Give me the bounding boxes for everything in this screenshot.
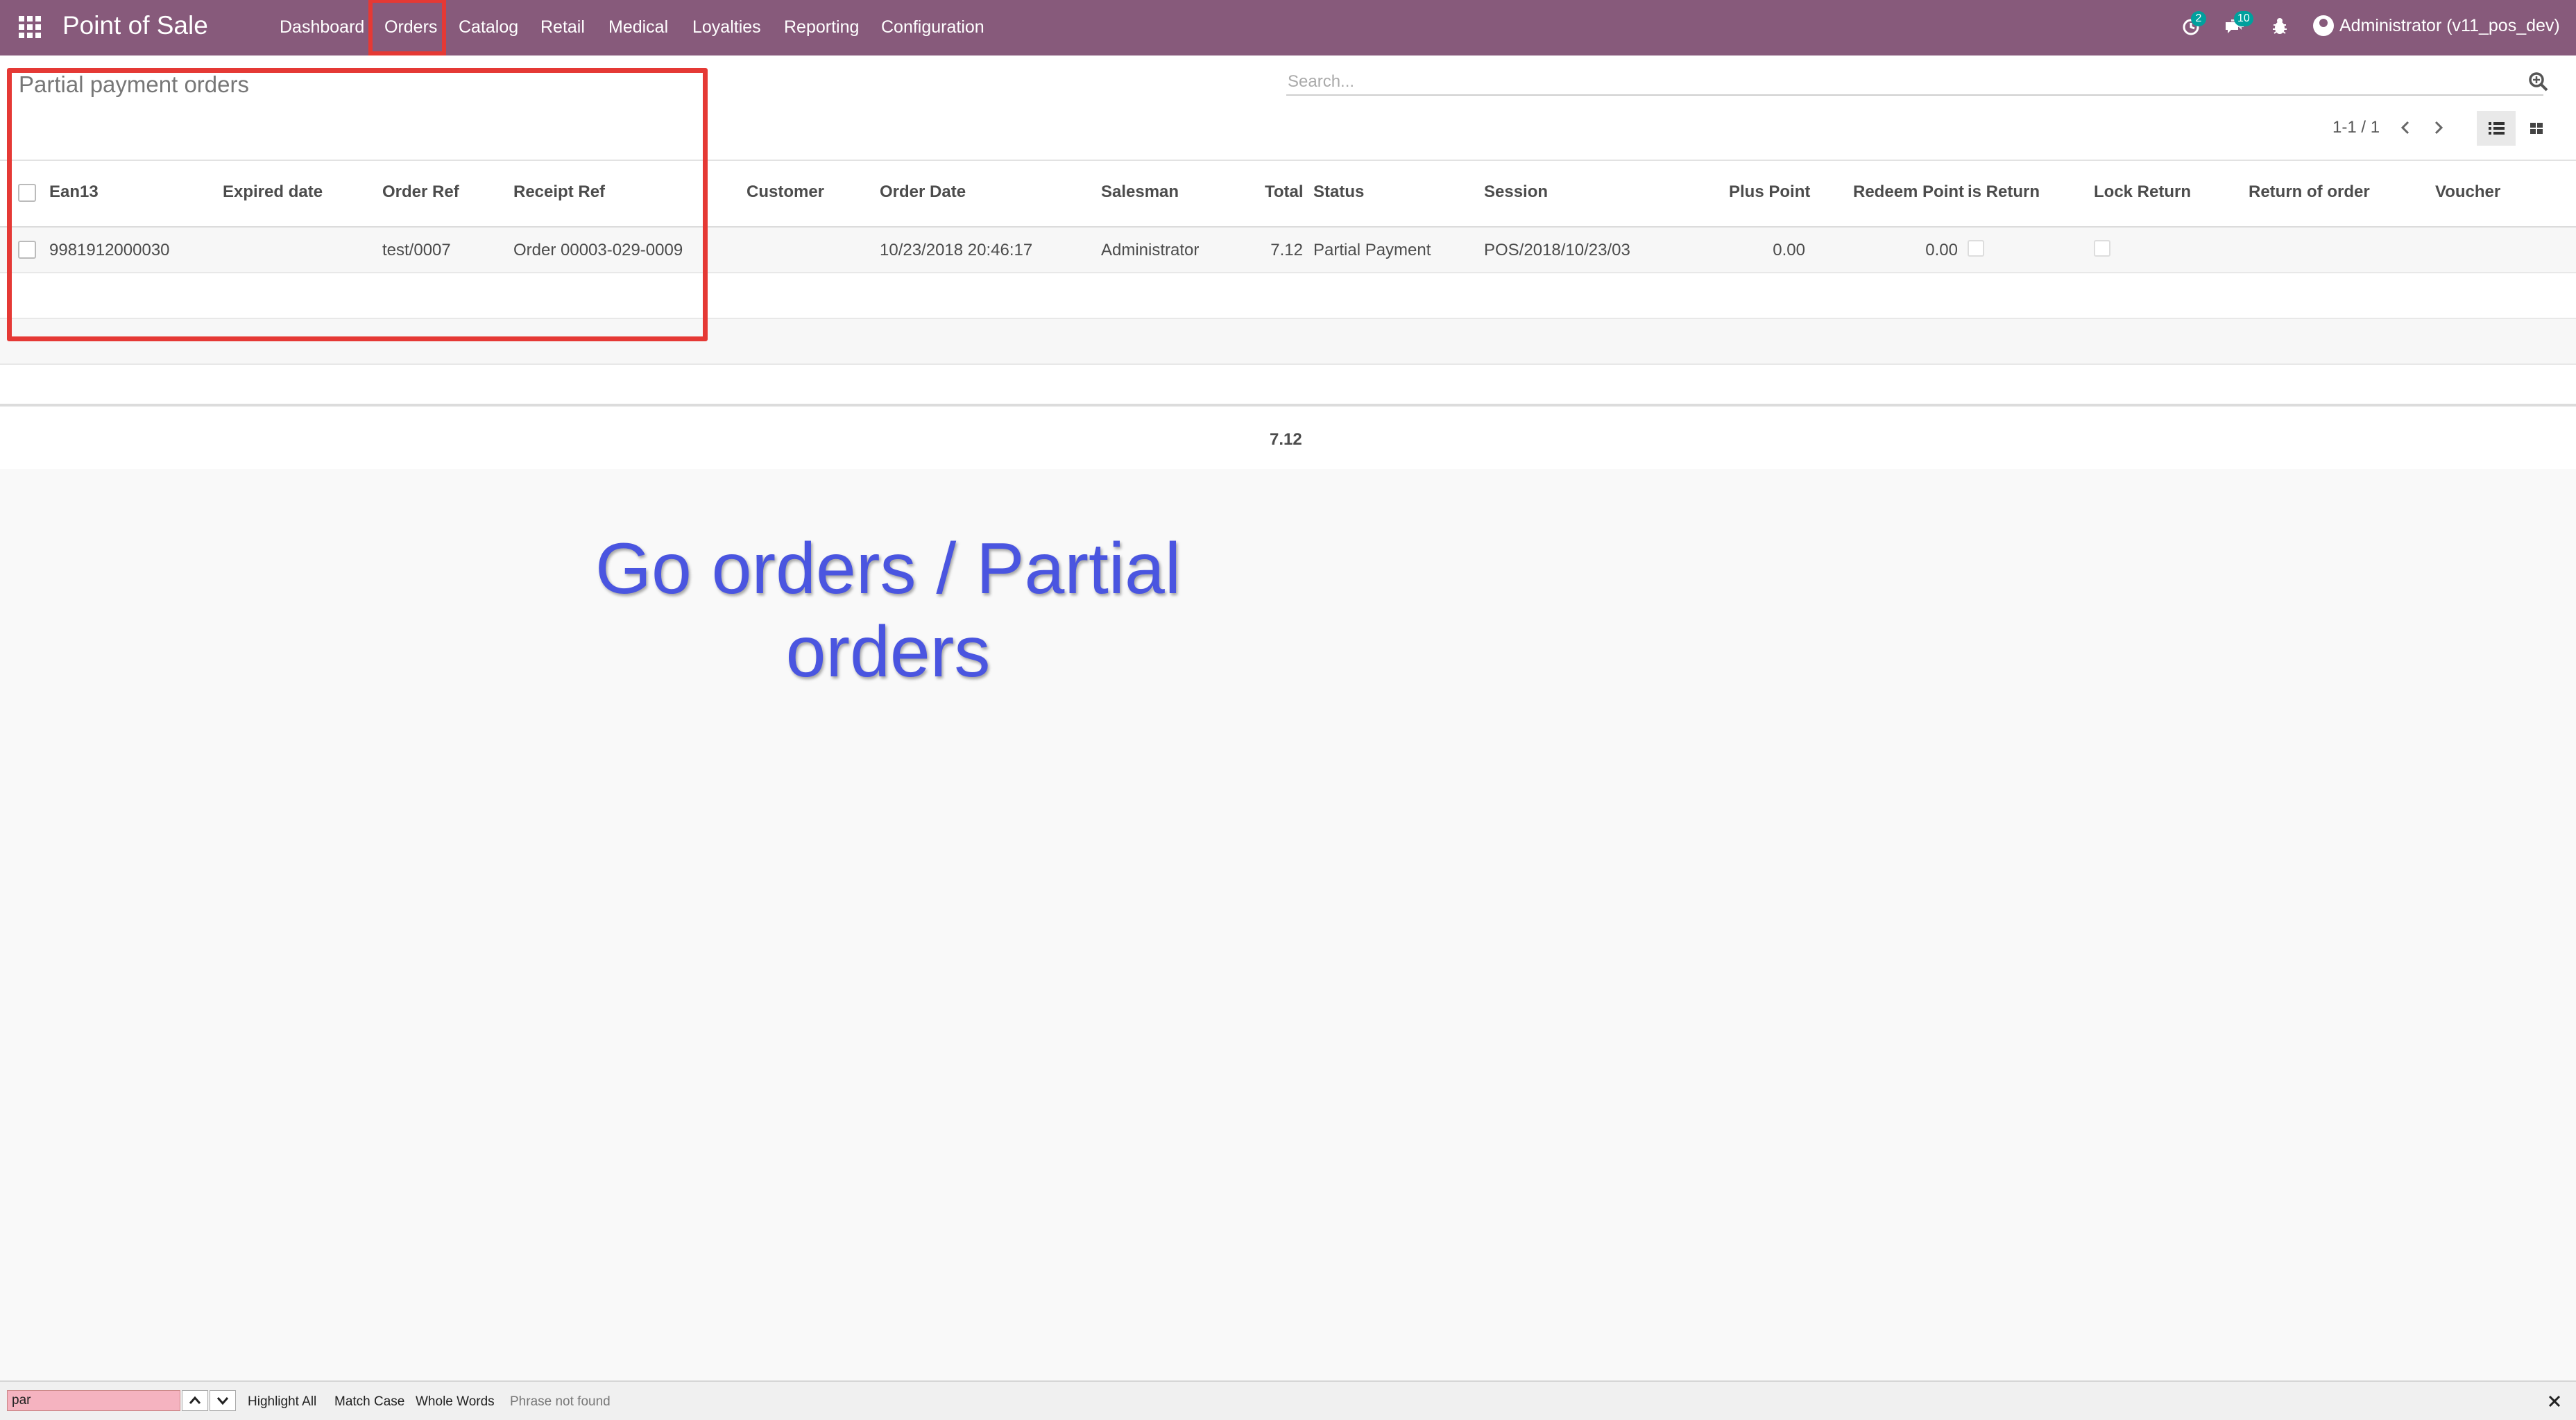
kanban-view-icon[interactable] <box>2517 111 2556 146</box>
menu-configuration[interactable]: Configuration <box>881 17 984 37</box>
column-header[interactable]: Return of order <box>2249 182 2370 202</box>
column-header[interactable]: is Return <box>1968 182 2040 202</box>
column-header[interactable]: Total <box>1265 182 1304 202</box>
table-footer: 7.12 <box>0 404 2576 469</box>
column-header[interactable]: Salesman <box>1101 182 1179 202</box>
apps-grid-icon[interactable] <box>19 16 41 38</box>
annotation-highlight-box <box>7 68 708 341</box>
column-header[interactable]: Customer <box>747 182 824 202</box>
find-next-icon[interactable] <box>210 1390 236 1411</box>
bug-icon[interactable] <box>2268 14 2292 37</box>
annotation-line-2: orders <box>785 612 991 692</box>
main-navbar: Point of Sale Dashboard Orders Catalog R… <box>0 0 2576 55</box>
menu-medical[interactable]: Medical <box>608 17 668 37</box>
menu-catalog[interactable]: Catalog <box>459 17 518 37</box>
pager-next-icon[interactable] <box>2426 115 2451 140</box>
messages-badge: 10 <box>2234 11 2253 26</box>
cell-salesman: Administrator <box>1101 241 1200 259</box>
browser-find-bar: Highlight All Match Case Whole Words Phr… <box>0 1380 2576 1420</box>
search-icon[interactable] <box>2527 70 2550 94</box>
menu-retail[interactable]: Retail <box>540 17 585 37</box>
find-input[interactable] <box>7 1390 180 1411</box>
footer-total: 7.12 <box>1270 430 1302 449</box>
column-header[interactable]: Voucher <box>2435 182 2500 202</box>
column-header[interactable]: Redeem Point <box>1853 182 1964 202</box>
cell-session: POS/2018/10/23/03 <box>1484 241 1630 259</box>
column-header[interactable]: Plus Point <box>1729 182 1810 202</box>
is-return-checkbox <box>1968 240 1984 257</box>
list-view-icon[interactable] <box>2477 111 2516 146</box>
pager-previous-icon[interactable] <box>2393 115 2418 140</box>
search-input[interactable] <box>1286 69 2496 94</box>
whole-words-toggle[interactable]: Whole Words <box>416 1394 495 1410</box>
lock-return-checkbox <box>2094 240 2110 257</box>
user-avatar-icon <box>2313 15 2334 36</box>
match-case-toggle[interactable]: Match Case <box>334 1394 404 1410</box>
column-header[interactable]: Order Date <box>880 182 966 202</box>
annotation-caption: Go orders / Partial orders <box>527 527 1249 694</box>
cell-plus-point: 0.00 <box>1773 241 1805 259</box>
cell-redeem-point: 0.00 <box>1925 241 1958 259</box>
orders-annotation-highlight <box>368 0 446 55</box>
cell-status: Partial Payment <box>1313 241 1431 259</box>
column-header[interactable]: Status <box>1313 182 1364 202</box>
menu-reporting[interactable]: Reporting <box>784 17 859 37</box>
column-header[interactable]: Session <box>1484 182 1548 202</box>
column-header[interactable]: Lock Return <box>2094 182 2191 202</box>
user-name: Administrator (v11_pos_dev) <box>2339 16 2560 35</box>
close-icon[interactable] <box>2545 1392 2564 1411</box>
menu-dashboard[interactable]: Dashboard <box>280 17 364 37</box>
find-previous-icon[interactable] <box>182 1390 208 1411</box>
highlight-all-toggle[interactable]: Highlight All <box>248 1394 316 1410</box>
menu-loyalties[interactable]: Loyalties <box>692 17 761 37</box>
pager-value[interactable]: 1-1 / 1 <box>2332 118 2380 137</box>
cell-total: 7.12 <box>1270 241 1303 259</box>
cell-order-date: 10/23/2018 20:46:17 <box>880 241 1033 259</box>
find-status: Phrase not found <box>510 1394 611 1409</box>
annotation-line-1: Go orders / Partial <box>595 529 1181 609</box>
app-title: Point of Sale <box>62 11 208 40</box>
search-box <box>1286 69 2548 96</box>
activity-badge: 2 <box>2191 11 2206 26</box>
